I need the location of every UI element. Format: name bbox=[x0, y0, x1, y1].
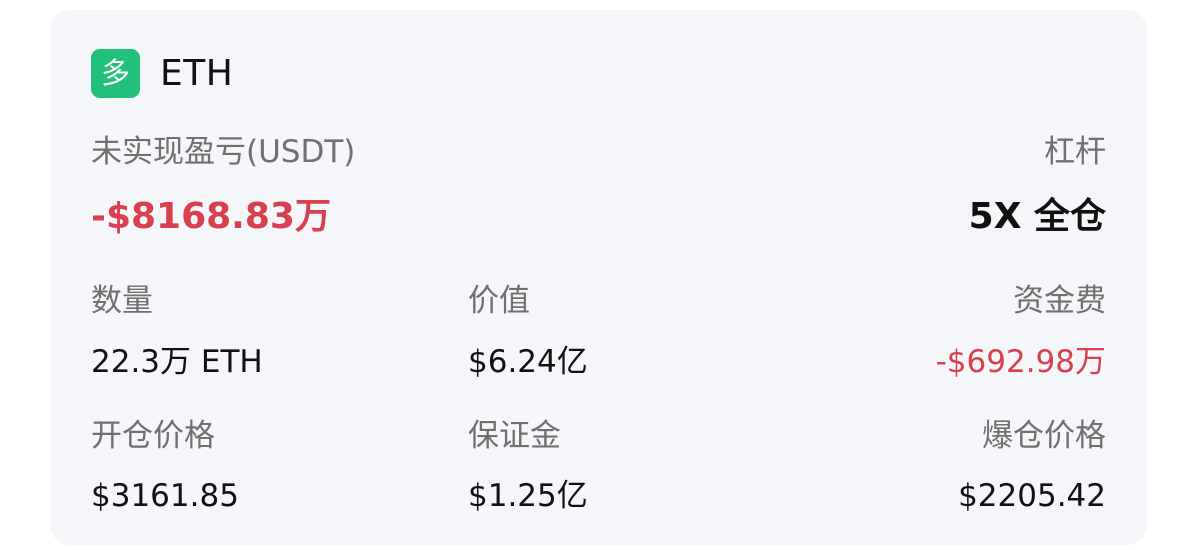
margin-value: $1.25亿 bbox=[468, 478, 588, 514]
entry-price-value: $3161.85 bbox=[91, 478, 239, 514]
unrealized-pnl-value: -$8168.83万 bbox=[91, 196, 331, 237]
margin-label: 保证金 bbox=[468, 418, 561, 454]
position-value-value: $6.24亿 bbox=[468, 344, 588, 380]
position-card[interactable]: 多 ETH 未实现盈亏(USDT) -$8168.83万 杠杆 5X 全仓 数量… bbox=[50, 10, 1147, 545]
funding-fee-label: 资金费 bbox=[1013, 283, 1106, 319]
quantity-label: 数量 bbox=[91, 283, 153, 319]
position-value-label: 价值 bbox=[468, 283, 530, 319]
leverage-value: 5X 全仓 bbox=[968, 196, 1106, 237]
liquidation-price-label: 爆仓价格 bbox=[982, 418, 1106, 454]
funding-fee-value: -$692.98万 bbox=[935, 344, 1106, 380]
quantity-value: 22.3万 ETH bbox=[91, 344, 263, 380]
leverage-label: 杠杆 bbox=[1044, 134, 1106, 170]
long-side-badge: 多 bbox=[91, 49, 140, 98]
unrealized-pnl-label: 未实现盈亏(USDT) bbox=[91, 134, 356, 170]
liquidation-price-value: $2205.42 bbox=[958, 478, 1106, 514]
position-header: 多 ETH bbox=[91, 49, 233, 98]
symbol-title: ETH bbox=[160, 53, 234, 94]
entry-price-label: 开仓价格 bbox=[91, 418, 215, 454]
